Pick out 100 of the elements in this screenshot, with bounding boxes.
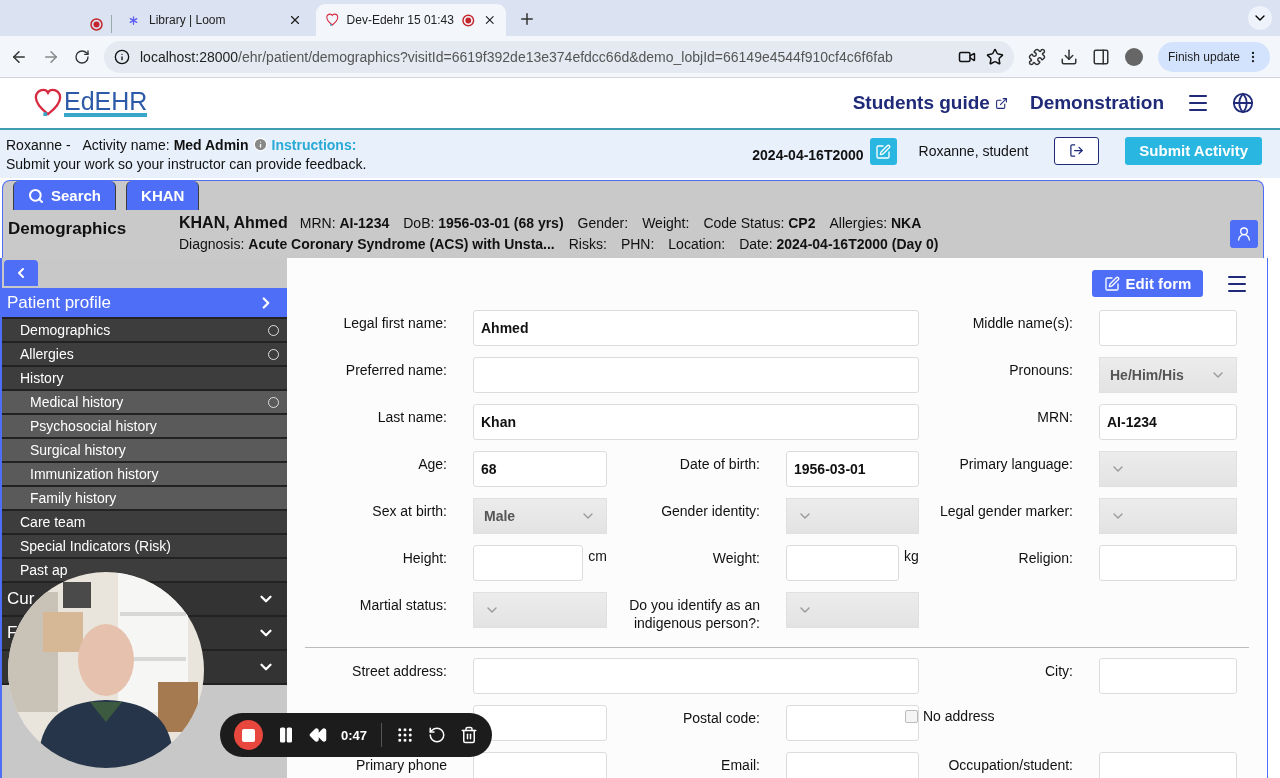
restart-button[interactable] — [428, 726, 446, 744]
page-title: Demographics — [8, 219, 128, 240]
close-icon[interactable] — [288, 13, 302, 27]
logo-heart-icon — [34, 87, 62, 119]
grid-button[interactable] — [396, 726, 414, 744]
input-field[interactable] — [1099, 545, 1237, 581]
delete-button[interactable] — [460, 726, 478, 744]
collapse-button[interactable] — [4, 260, 38, 286]
input-field[interactable] — [1099, 752, 1237, 778]
select-field[interactable]: Male — [473, 498, 607, 534]
sidebar-item[interactable]: Medical history — [2, 391, 287, 415]
address-bar[interactable]: localhost:28000/ehr/patient/demographics?visitId=6619f392de13e374efdcc66d&demo_lobjId=66149e4544f910cf4c6f6fab — [104, 40, 1014, 73]
stop-button[interactable] — [234, 720, 263, 750]
patient-info: Code Status: CP2 — [703, 215, 816, 231]
input-field[interactable] — [473, 705, 607, 741]
downloads-button[interactable] — [1059, 47, 1078, 66]
sidebar-item[interactable]: Demographics — [2, 319, 287, 343]
recording-time: 0:47 — [341, 727, 368, 743]
input-field[interactable]: Khan — [473, 404, 919, 440]
select-field[interactable]: He/Him/His — [1099, 357, 1237, 393]
bookmark-star-icon[interactable] — [985, 47, 1004, 66]
extensions-button[interactable] — [1027, 47, 1046, 66]
field-label: Middle name(s): — [972, 314, 1073, 332]
activity-label: Activity name: — [82, 136, 170, 153]
globe-icon[interactable] — [1232, 92, 1254, 114]
header-link[interactable]: Demonstration — [1029, 92, 1164, 114]
patient-info: Date: 2024-04-16T2000 (Day 0) — [739, 236, 939, 252]
sidebar-item[interactable]: Psychosocial history — [2, 415, 287, 439]
field-label: Date of birth: — [679, 455, 760, 473]
url-path: /ehr/patient/demographics?visitId=6619f392de13e374efdcc66d&demo_lobjId=66149e4544f910cf4c6f6fab — [238, 48, 893, 65]
heart-icon — [326, 13, 339, 27]
banner-tab[interactable]: KHAN — [126, 181, 200, 210]
unit-label: kg — [904, 547, 919, 564]
patient-info: Gender: — [577, 215, 629, 231]
reload-button[interactable] — [74, 48, 90, 65]
input-field[interactable]: 68 — [473, 451, 607, 487]
input-field[interactable]: 1956-03-01 — [786, 451, 919, 487]
field-label: Postal code: — [682, 709, 760, 727]
info-icon — [114, 48, 130, 65]
input-field[interactable] — [1099, 658, 1237, 694]
input-field[interactable] — [473, 752, 607, 778]
sidebar-section-title[interactable]: F — [7, 623, 18, 642]
tab-list-button[interactable] — [1248, 6, 1272, 30]
browser-tab[interactable]: Dev-Edehr 15 01:43 — [316, 4, 506, 36]
patient-info: Weight: — [642, 215, 690, 231]
edit-form-button[interactable]: Edit form — [1092, 270, 1203, 297]
side-panel-button[interactable] — [1091, 47, 1110, 66]
input-field[interactable] — [473, 545, 584, 581]
select-field[interactable] — [1099, 498, 1237, 534]
patient-info: DoB: 1956-03-01 (68 yrs) — [403, 215, 564, 231]
select-field[interactable] — [473, 592, 607, 628]
rewind-button[interactable] — [309, 726, 327, 744]
field-label: Martial status: — [359, 596, 447, 614]
input-field[interactable] — [786, 545, 899, 581]
input-field[interactable]: Ahmed — [473, 310, 919, 346]
field-label: Street address: — [352, 662, 447, 680]
instructions-label: Instructions: — [271, 136, 357, 153]
sidebar-item[interactable]: Surgical history — [2, 439, 287, 463]
input-field[interactable] — [786, 752, 919, 778]
new-tab-button[interactable] — [518, 10, 536, 28]
input-field[interactable] — [473, 357, 919, 393]
sidebar-item[interactable]: Allergies — [2, 343, 287, 367]
field-label: Legal gender marker: — [939, 502, 1073, 520]
person-icon — [1236, 226, 1252, 242]
sidebar-item[interactable]: Family history — [2, 487, 287, 511]
select-field[interactable] — [1099, 451, 1237, 487]
input-field[interactable]: AI-1234 — [1099, 404, 1237, 440]
logout-button[interactable] — [1054, 136, 1100, 165]
url-host: localhost:28000 — [140, 48, 239, 65]
sidebar-item[interactable]: History — [2, 367, 287, 391]
field-label: Primary phone — [355, 756, 447, 774]
edit-date-button[interactable] — [869, 138, 897, 165]
field-label: Primary language: — [959, 455, 1073, 473]
sidebar-item[interactable]: Special Indicators (Risk) — [2, 535, 287, 559]
input-field[interactable] — [786, 705, 919, 741]
pause-button[interactable] — [277, 726, 295, 744]
sidebar-item[interactable]: Immunization history — [2, 463, 287, 487]
select-field[interactable] — [786, 498, 919, 534]
user-name: Roxanne, student — [918, 142, 1029, 159]
input-field[interactable] — [1099, 310, 1237, 346]
input-field[interactable] — [473, 658, 919, 694]
banner-tab[interactable]: Search — [13, 181, 117, 210]
profile-avatar — [1123, 46, 1144, 67]
unit-label: cm — [588, 547, 607, 564]
select-field[interactable] — [786, 592, 919, 628]
field-label: Do you identify as an indigenous person?: — [628, 596, 760, 632]
field-label: Preferred name: — [345, 361, 447, 379]
field-label: MRN: — [1037, 408, 1073, 426]
sidebar-item[interactable]: Past ap — [2, 559, 287, 583]
sidebar-item[interactable]: Care team — [2, 511, 287, 535]
header-link[interactable]: Students guide — [852, 92, 1008, 114]
finish-update-button[interactable]: Finish update — [1157, 41, 1270, 72]
field-label: Pronouns: — [1009, 361, 1073, 379]
browser-tab[interactable]: Library | Loom — [116, 4, 312, 36]
logout-icon — [1069, 143, 1085, 158]
patient-info: Allergies: NKA — [829, 215, 922, 231]
profile-button[interactable] — [1230, 220, 1258, 248]
edit-icon — [875, 143, 892, 160]
field-label: Height: — [402, 549, 447, 567]
sidebar-section-title[interactable]: Cur — [7, 589, 35, 608]
